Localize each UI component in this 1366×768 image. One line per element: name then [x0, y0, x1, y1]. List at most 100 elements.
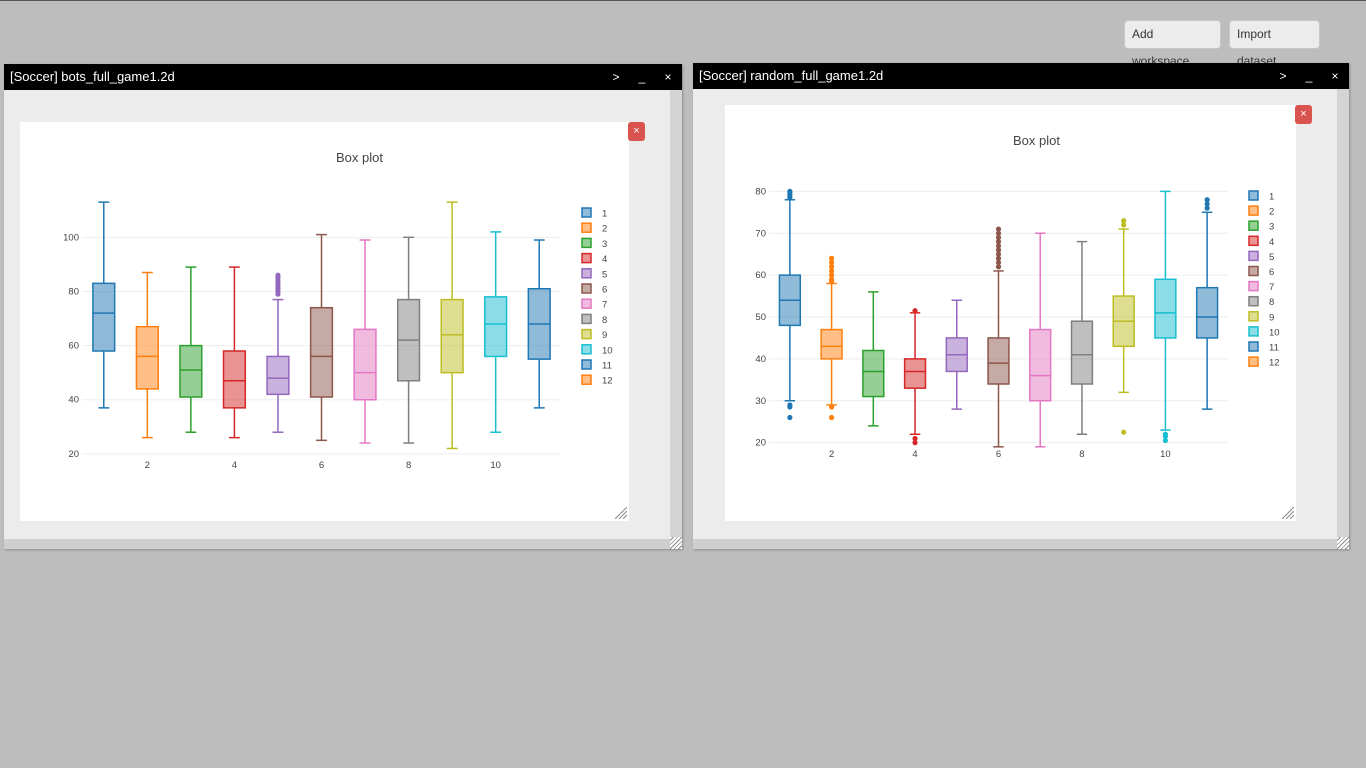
box-series-5	[266, 272, 290, 433]
outlier-point	[912, 308, 918, 314]
legend-label: 12	[602, 376, 613, 387]
outlier-point	[828, 414, 835, 421]
y-tick-label: 80	[755, 186, 766, 197]
box-body	[820, 328, 843, 360]
y-tick-label: 70	[755, 228, 766, 239]
legend-label: 5	[1269, 252, 1274, 263]
chart-panel: Box plot 20 30 40 50 60 70 80 2 4 6 8 10 1 2 3 4 5 6 7 8 9 10 1…	[725, 105, 1296, 521]
workspace-window[interactable]: [Soccer] random_full_game1.2d > _ × Box …	[693, 63, 1349, 549]
legend-swatch	[581, 207, 592, 218]
legend-swatch	[1248, 250, 1259, 262]
box-body	[266, 355, 290, 396]
chart-title: Box plot	[1013, 133, 1060, 148]
box-body	[135, 325, 159, 390]
legend-label: 7	[1269, 282, 1274, 293]
box-body	[1029, 328, 1052, 402]
window-title-bar[interactable]: [Soccer] bots_full_game1.2d > _ ×	[4, 64, 682, 90]
legend-swatch	[1248, 311, 1259, 322]
panel-resize-icon[interactable]	[615, 507, 627, 519]
legend-label: 7	[602, 300, 607, 311]
legend-swatch	[1248, 295, 1259, 307]
y-tick-label: 30	[755, 396, 766, 407]
box-body	[484, 296, 508, 358]
horizontal-scrollbar[interactable]	[4, 539, 682, 549]
x-tick-label: 8	[406, 460, 411, 471]
window-title-bar[interactable]: [Soccer] random_full_game1.2d > _ ×	[693, 63, 1349, 89]
y-tick-label: 40	[68, 395, 79, 406]
box-series-8	[1070, 240, 1094, 435]
legend-swatch	[1248, 326, 1259, 337]
box-series-10	[1154, 190, 1177, 444]
legend-swatch	[581, 344, 592, 355]
add-workspace-button[interactable]: Add workspace	[1124, 20, 1221, 68]
outlier-point	[1121, 218, 1127, 224]
panel-close-button[interactable]: ×	[628, 122, 645, 141]
legend-label: 2	[602, 224, 607, 235]
y-tick-label: 60	[68, 341, 79, 352]
box-series-7	[353, 239, 377, 444]
box-body	[309, 306, 334, 398]
y-tick-label: 40	[755, 354, 766, 365]
legend-label: 8	[602, 315, 607, 326]
legend-swatch	[581, 237, 592, 249]
box-body	[92, 282, 116, 352]
window-resize-icon[interactable]	[670, 537, 682, 549]
legend-label: 9	[1269, 312, 1274, 323]
outlier-point	[1162, 431, 1169, 437]
box-series-11	[527, 239, 551, 409]
panel-resize-icon[interactable]	[1282, 507, 1294, 519]
legend-swatch	[1248, 341, 1259, 352]
x-tick-label: 10	[490, 460, 501, 471]
close-icon[interactable]: ×	[1329, 63, 1341, 89]
legend-swatch	[1248, 205, 1259, 216]
vertical-scrollbar[interactable]	[670, 90, 682, 539]
box-series-2	[820, 255, 843, 421]
import-dataset-button[interactable]: Import dataset	[1229, 20, 1320, 68]
box-series-9	[1112, 218, 1135, 435]
outlier-point	[275, 272, 281, 278]
minimize-icon[interactable]: _	[1303, 63, 1315, 89]
box-series-3	[862, 291, 885, 427]
box-series-8	[396, 236, 421, 444]
legend-label: 3	[1269, 222, 1274, 233]
legend-label: 12	[1269, 358, 1280, 369]
window-title: [Soccer] bots_full_game1.2d	[10, 69, 175, 84]
box-series-10	[484, 231, 508, 433]
minimize-icon[interactable]: _	[636, 64, 648, 90]
close-icon[interactable]: ×	[662, 64, 674, 90]
y-tick-label: 20	[68, 449, 79, 460]
outlier-point	[1121, 429, 1127, 435]
chart-panel: Box plot 20 40 60 80 100 2 4 6 8 10 1 2 3 4 5 6 7 8 9 10 11 12	[20, 122, 629, 521]
legend-label: 3	[602, 239, 607, 250]
legend-label: 1	[1269, 192, 1274, 203]
x-tick-label: 2	[829, 449, 834, 460]
expand-icon[interactable]: >	[610, 64, 622, 90]
box-body	[353, 328, 377, 401]
x-tick-label: 6	[319, 460, 324, 471]
vertical-scrollbar[interactable]	[1337, 89, 1349, 539]
x-tick-label: 4	[912, 449, 917, 460]
y-tick-label: 20	[755, 438, 766, 449]
legend-swatch	[581, 298, 592, 309]
box-series-1	[92, 201, 116, 409]
y-tick-label: 100	[63, 232, 79, 243]
outlier-point	[828, 255, 835, 261]
window-resize-icon[interactable]	[1337, 537, 1349, 549]
legend-swatch	[581, 359, 592, 370]
box-series-11	[1195, 197, 1219, 410]
expand-icon[interactable]: >	[1277, 63, 1289, 89]
outlier-point	[787, 402, 793, 408]
legend-label: 4	[602, 254, 607, 265]
legend-swatch	[1248, 235, 1259, 247]
box-body	[987, 337, 1010, 385]
box-body	[862, 349, 885, 398]
outlier-point	[787, 188, 793, 194]
workspace-window[interactable]: [Soccer] bots_full_game1.2d > _ × Box pl…	[4, 64, 682, 549]
legend-label: 1	[602, 209, 607, 220]
horizontal-scrollbar[interactable]	[693, 539, 1349, 549]
box-body	[222, 350, 247, 409]
panel-close-button[interactable]: ×	[1295, 105, 1312, 124]
legend-swatch	[1248, 356, 1259, 367]
y-tick-label: 80	[68, 286, 79, 297]
legend-swatch	[1248, 220, 1259, 231]
